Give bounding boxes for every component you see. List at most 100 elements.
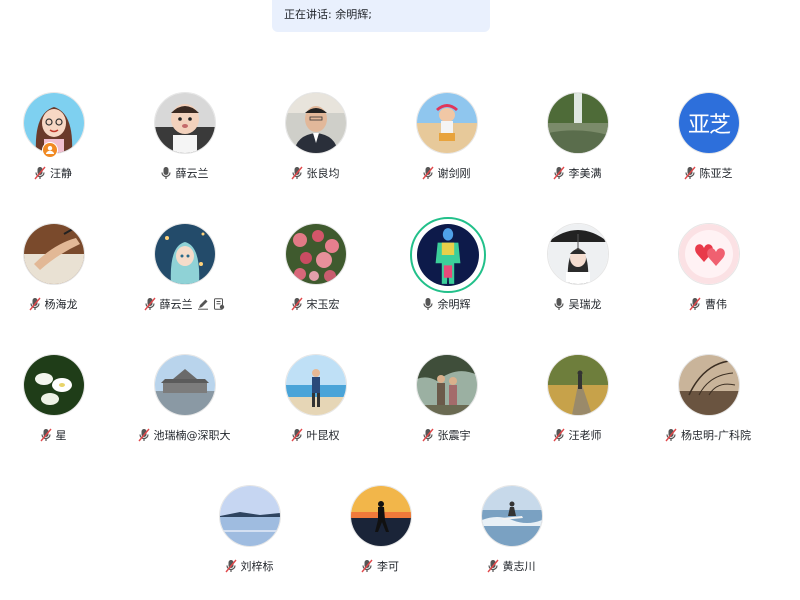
mic-icon — [422, 297, 434, 311]
participant-name: 汪老师 — [568, 429, 602, 442]
participant-tile[interactable]: 李可 — [320, 485, 440, 585]
speaking-label: 正在讲话: — [284, 8, 336, 21]
document-icon — [213, 298, 225, 310]
participant-tile[interactable]: 叶昆权 — [255, 354, 375, 454]
participant-tile[interactable]: 杨海龙 — [0, 223, 113, 323]
participant-tile[interactable]: 谢剑刚 — [386, 92, 506, 192]
avatar-image — [417, 355, 477, 415]
mic-muted-icon — [290, 428, 303, 442]
avatar-image — [417, 93, 477, 153]
participant-name: 星 — [55, 429, 67, 442]
participant-tile[interactable]: 李美满 — [517, 92, 637, 192]
avatar-image — [548, 355, 608, 415]
host-badge-icon — [42, 142, 58, 158]
mic-icon — [553, 297, 565, 311]
avatar[interactable] — [23, 223, 85, 285]
avatar-image — [286, 93, 346, 153]
participant-tile[interactable]: 杨忠明-广科院 — [648, 354, 768, 454]
avatar[interactable] — [481, 485, 543, 547]
participant-name: 李美满 — [568, 167, 602, 180]
participant-name: 刘梓标 — [240, 560, 274, 573]
avatar[interactable] — [547, 223, 609, 285]
avatar-image — [24, 224, 84, 284]
participant-tile[interactable]: 宋玉宏 — [255, 223, 375, 323]
participant-name: 李可 — [377, 560, 399, 573]
mic-muted-icon — [143, 297, 156, 311]
participant-tile[interactable]: 池瑞楠@深职大 — [124, 354, 244, 454]
mic-muted-icon — [421, 428, 434, 442]
avatar[interactable] — [154, 223, 216, 285]
participant-tile[interactable]: 星 — [0, 354, 113, 454]
mic-muted-icon — [290, 166, 303, 180]
participant-name: 池瑞楠@深职大 — [153, 429, 231, 442]
avatar[interactable] — [416, 92, 478, 154]
mic-muted-icon — [224, 559, 237, 573]
mic-muted-icon — [39, 428, 52, 442]
avatar-image — [155, 355, 215, 415]
avatar-image — [548, 224, 608, 284]
speaking-names: 余明辉; — [335, 8, 372, 21]
avatar[interactable] — [219, 485, 281, 547]
avatar[interactable] — [416, 354, 478, 416]
mic-icon — [160, 166, 172, 180]
participant-tile[interactable]: 亚芝 陈亚芝 — [648, 92, 768, 192]
participant-name: 张良均 — [306, 167, 340, 180]
mic-muted-icon — [689, 297, 701, 311]
avatar-image — [482, 486, 542, 546]
avatar[interactable] — [285, 354, 347, 416]
avatar[interactable] — [678, 223, 740, 285]
participant-tile[interactable]: 曹伟 — [648, 223, 768, 323]
avatar[interactable] — [285, 223, 347, 285]
avatar[interactable] — [154, 92, 216, 154]
participant-name: 薛云兰 — [175, 167, 209, 180]
avatar-speaking[interactable] — [410, 217, 486, 293]
participant-name: 杨海龙 — [44, 298, 78, 311]
avatar[interactable] — [547, 92, 609, 154]
mic-muted-icon — [28, 297, 41, 311]
participant-name: 黄志川 — [502, 560, 536, 573]
mic-muted-icon — [361, 559, 373, 573]
participant-tile[interactable]: 张良均 — [255, 92, 375, 192]
participant-tile[interactable]: 吴瑞龙 — [517, 223, 637, 323]
participant-name: 杨忠明-广科院 — [681, 429, 751, 442]
avatar-image — [548, 93, 608, 153]
avatar[interactable] — [285, 92, 347, 154]
participant-name: 宋玉宏 — [306, 298, 340, 311]
avatar[interactable] — [23, 354, 85, 416]
mic-muted-icon — [665, 428, 677, 442]
avatar-text: 亚芝 — [679, 93, 739, 153]
participant-tile[interactable]: 汪老师 — [517, 354, 637, 454]
participant-tile[interactable]: 刘梓标 — [189, 485, 309, 585]
participant-tile[interactable]: 薛云兰 — [124, 223, 244, 323]
participant-tile[interactable]: 薛云兰 — [124, 92, 244, 192]
mic-muted-icon — [552, 428, 565, 442]
avatar[interactable] — [678, 354, 740, 416]
avatar[interactable] — [547, 354, 609, 416]
avatar-image — [24, 355, 84, 415]
meeting-gallery-view: 正在讲话: 余明辉; 汪静 薛云兰 张良均 谢剑刚 李美满 亚芝 陈亚芝 杨海龙 … — [0, 0, 800, 600]
participant-name: 张震宇 — [437, 429, 471, 442]
participant-tile[interactable]: 余明辉 — [386, 217, 506, 323]
avatar-image — [155, 224, 215, 284]
avatar-image — [155, 93, 215, 153]
avatar[interactable]: 亚芝 — [678, 92, 740, 154]
avatar[interactable] — [154, 354, 216, 416]
avatar[interactable] — [350, 485, 412, 547]
participant-name: 吴瑞龙 — [568, 298, 602, 311]
avatar-image — [220, 486, 280, 546]
mic-muted-icon — [683, 166, 696, 180]
mic-muted-icon — [137, 428, 150, 442]
mic-muted-icon — [290, 297, 303, 311]
mic-muted-icon — [552, 166, 565, 180]
participant-tile[interactable]: 黄志川 — [451, 485, 571, 585]
mic-muted-icon — [34, 166, 46, 180]
participant-name-row: 杨忠明-广科院 — [628, 426, 788, 444]
participant-tile[interactable]: 张震宇 — [386, 354, 506, 454]
avatar-image — [351, 486, 411, 546]
participant-name: 谢剑刚 — [437, 167, 471, 180]
participant-name: 汪静 — [50, 167, 72, 180]
avatar-image — [679, 355, 739, 415]
participant-tile[interactable]: 汪静 — [0, 92, 113, 192]
mic-muted-icon — [421, 166, 434, 180]
avatar-image — [286, 355, 346, 415]
